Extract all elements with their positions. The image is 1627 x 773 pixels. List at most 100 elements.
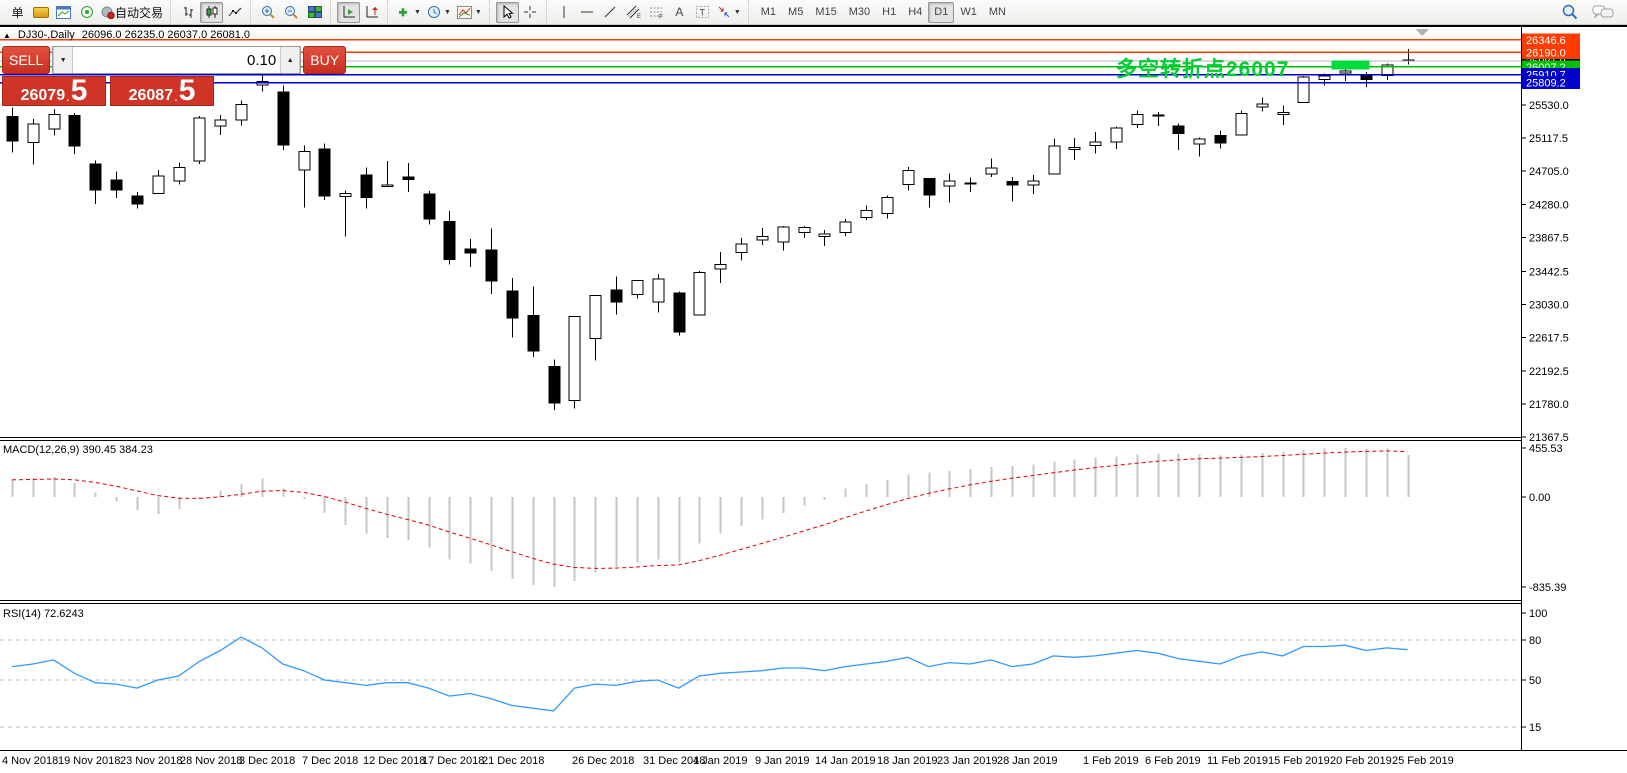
autotrading-icon [101, 6, 115, 19]
toolbar-group-timeframes: M1M5M15M30H1H4D1W1MN [748, 0, 1016, 25]
date-tick-label: 28 Jan 2019 [997, 755, 1058, 767]
buy-price: 26087.5 [110, 76, 214, 106]
clock-icon [427, 5, 441, 19]
timeframe-button-M1[interactable]: M1 [755, 2, 782, 23]
arrows-icon [717, 5, 731, 19]
date-tick-label: 1 Feb 2019 [1083, 755, 1139, 767]
chart-shift-icon [365, 5, 379, 19]
timeframe-button-H1[interactable]: H1 [876, 2, 902, 23]
timeframe-button-W1[interactable]: W1 [954, 2, 983, 23]
templates-button[interactable]: ▼ [454, 2, 485, 23]
date-tick-label: 19 Nov 2018 [58, 755, 120, 767]
indicators-button[interactable]: ▼ [394, 2, 424, 23]
date-tick-label: 9 Jan 2019 [755, 755, 809, 767]
periods-button[interactable]: ▼ [424, 2, 454, 23]
market-watch-button[interactable] [29, 2, 52, 23]
toolbar-group-zoom [250, 0, 330, 25]
fibonacci-icon: F [649, 5, 664, 19]
timeframe-button-M5[interactable]: M5 [782, 2, 809, 23]
toolbar-group-main: 单 自动交易 [0, 0, 170, 25]
price-tick-label: 23867.5 [1529, 233, 1569, 245]
svg-text:26346.6: 26346.6 [1526, 35, 1566, 47]
fibonacci-tool[interactable]: F [645, 2, 668, 23]
add-indicator-icon [397, 5, 411, 19]
chart-canvas[interactable]: 26081.026346.626190.026007.225910.725809… [0, 27, 1627, 773]
timeframe-button-MN[interactable]: MN [983, 2, 1012, 23]
rsi-tick-label: 50 [1529, 675, 1541, 687]
price-tick-label: 23442.5 [1529, 266, 1569, 278]
price-tick-label: 23030.0 [1529, 299, 1569, 311]
text-tool[interactable]: A [668, 2, 691, 23]
volume-increase-button[interactable]: ▲ [280, 47, 300, 73]
chart-window: 26081.026346.626190.026007.225910.725809… [0, 25, 1627, 773]
buy-price-main: 26087 [129, 88, 174, 103]
dropdown-caret-icon: ▼ [414, 9, 421, 16]
line-chart-icon [228, 5, 242, 19]
date-tick-label: 11 Feb 2019 [1207, 755, 1268, 767]
trendline-tool[interactable] [599, 2, 622, 23]
chart-shift-button[interactable] [360, 2, 383, 23]
date-tick-label: 15 Feb 2019 [1268, 755, 1330, 767]
channel-icon: E [626, 5, 641, 19]
search-icon [1562, 4, 1578, 20]
line-chart-button[interactable] [223, 2, 246, 23]
chart-window-button[interactable] [52, 2, 75, 23]
vertical-line-tool[interactable] [553, 2, 576, 23]
zoom-out-icon [284, 5, 299, 20]
chart-annotation-text: 多空转折点26007 [1116, 53, 1289, 83]
signals-button[interactable] [75, 2, 98, 23]
volume-decrease-button[interactable]: ▼ [53, 47, 73, 73]
template-icon [457, 6, 472, 19]
toolbar-group-cursor [489, 0, 546, 25]
chart-symbol-period: DJ30-,Daily [18, 29, 75, 41]
date-tick-label: 12 Dec 2018 [363, 755, 425, 767]
buy-button[interactable]: BUY [303, 46, 346, 74]
sell-price-main: 26079 [21, 88, 66, 103]
search-button[interactable] [1558, 2, 1581, 23]
date-tick-label: 21 Dec 2018 [482, 755, 544, 767]
zoom-out-button[interactable] [280, 2, 303, 23]
svg-text:25809.2: 25809.2 [1526, 78, 1566, 90]
chart-window-icon [56, 6, 71, 19]
highlight-box [1331, 61, 1369, 70]
timeframe-button-M15[interactable]: M15 [809, 2, 842, 23]
timeframe-button-D1[interactable]: D1 [928, 2, 954, 23]
candlestick-icon [205, 5, 219, 19]
sell-button[interactable]: SELL [2, 46, 50, 74]
one-click-trading-panel: SELL ▼ ▲ BUY 26079.5 26087.5 [2, 46, 214, 106]
tile-windows-button[interactable] [303, 2, 326, 23]
autotrading-label: 自动交易 [115, 4, 163, 21]
sell-price-dot: . [66, 90, 70, 103]
horizontal-line-tool[interactable] [576, 2, 599, 23]
channel-tool[interactable]: E [622, 2, 645, 23]
macd-histogram [13, 448, 1409, 587]
date-tick-label: 23 Jan 2019 [937, 755, 998, 767]
candlestick-chart-button[interactable] [200, 2, 223, 23]
zoom-in-button[interactable] [257, 2, 280, 23]
crosshair-icon [523, 5, 537, 19]
svg-text:F: F [659, 14, 663, 20]
tile-windows-icon [308, 6, 322, 19]
toolbar-group-right [1552, 0, 1627, 25]
cursor-button[interactable] [496, 2, 519, 23]
timeframe-button-M30[interactable]: M30 [843, 2, 876, 23]
volume-input[interactable] [73, 47, 280, 73]
price-tick-label: 22617.5 [1529, 332, 1569, 344]
timeframe-button-H4[interactable]: H4 [902, 2, 928, 23]
dropdown-caret-icon: ▼ [734, 9, 741, 16]
autotrading-button[interactable]: 自动交易 [98, 2, 166, 23]
crosshair-button[interactable] [519, 2, 542, 23]
label-tool-icon: T [695, 5, 710, 19]
label-tool[interactable]: T [691, 2, 714, 23]
arrows-tool[interactable]: ▼ [714, 2, 744, 23]
macd-indicator-label: MACD(12,26,9) 390.45 384.23 [3, 444, 153, 456]
chat-button[interactable] [1589, 2, 1617, 23]
new-order-button[interactable]: 单 [6, 2, 29, 23]
bar-chart-icon [182, 5, 196, 19]
toolbar-group-objects: ▼ ▼ ▼ [387, 0, 489, 25]
bar-chart-button[interactable] [177, 2, 200, 23]
auto-scroll-button[interactable] [337, 2, 360, 23]
toolbar-group-drawing: E F A T ▼ [546, 0, 748, 25]
zoom-in-icon [261, 5, 276, 20]
dropdown-caret-icon: ▼ [475, 9, 482, 16]
